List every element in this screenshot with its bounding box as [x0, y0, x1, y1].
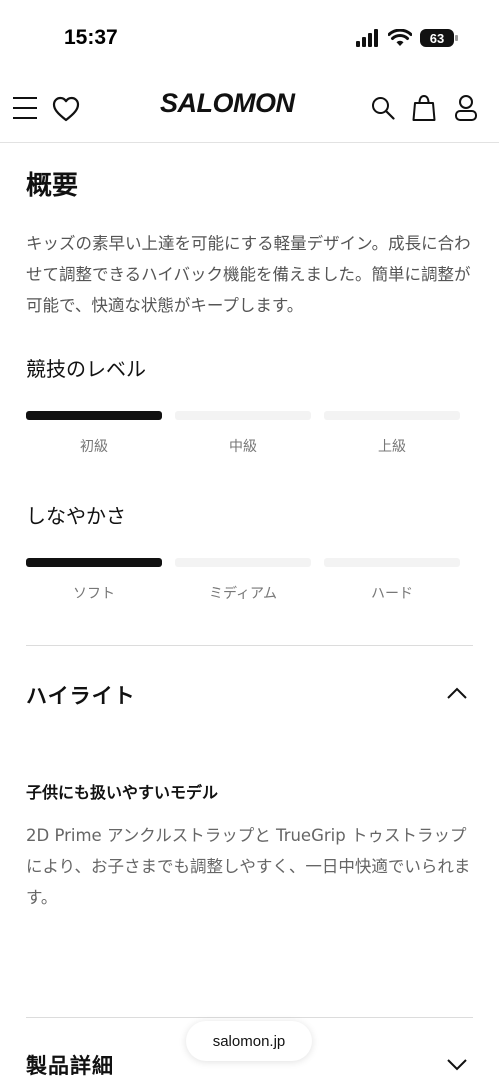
- flex-meter: [26, 558, 460, 567]
- wifi-icon: [388, 29, 412, 46]
- flex-tick: ミディアム: [208, 586, 278, 602]
- details-accordion-title[interactable]: 製品詳細: [26, 1050, 114, 1080]
- divider: [26, 645, 473, 646]
- flex-segment-3: [324, 558, 460, 567]
- browser-url: salomon.jp: [212, 1032, 286, 1050]
- skill-level-ticks: 初級 中級 上級: [26, 436, 460, 456]
- skill-level-label: 競技のレベル: [26, 357, 146, 381]
- browser-url-pill[interactable]: salomon.jp: [186, 1021, 312, 1061]
- brand-logo[interactable]: SALOMON: [160, 88, 338, 118]
- battery-level: 63: [429, 30, 445, 46]
- flex-ticks: ソフト ミディアム ハード: [26, 583, 460, 603]
- signal-icon: [356, 29, 378, 47]
- skill-level-tick: 初級: [80, 439, 108, 455]
- skill-level-tick: 中級: [229, 439, 257, 455]
- overview-title: 概要: [26, 171, 79, 201]
- skill-level-tick: 上級: [378, 439, 406, 455]
- bag-icon[interactable]: [412, 94, 436, 122]
- skill-level-segment-1: [26, 411, 162, 420]
- status-bar: 15:37 63: [0, 0, 499, 72]
- menu-icon[interactable]: [12, 96, 38, 120]
- flex-segment-2: [175, 558, 311, 567]
- skill-level-meter: [26, 411, 460, 420]
- flex-tick: ソフト: [73, 586, 115, 602]
- battery-icon: 63: [420, 29, 458, 47]
- brand-logo-text: SALOMON: [160, 88, 295, 118]
- flex-label: しなやかさ: [26, 504, 126, 528]
- skill-level-segment-2: [175, 411, 311, 420]
- status-icons: 63: [356, 26, 458, 50]
- skill-level-segment-3: [324, 411, 460, 420]
- highlights-accordion-title[interactable]: ハイライト: [26, 680, 136, 710]
- flex-segment-1: [26, 558, 162, 567]
- chevron-up-icon[interactable]: [446, 686, 468, 700]
- heart-icon[interactable]: [52, 96, 80, 122]
- flex-tick: ハード: [371, 586, 413, 602]
- overview-description: キッズの素早い上達を可能にする軽量デザイン。成長に合わせて調整できるハイバック機…: [26, 234, 471, 315]
- status-time: 15:37: [64, 26, 118, 49]
- user-icon[interactable]: [454, 94, 478, 122]
- highlight-heading: 子供にも扱いやすいモデル: [26, 783, 219, 802]
- highlight-body: 2D Prime アンクルストラップと TrueGrip トゥストラップにより、…: [26, 826, 471, 907]
- chevron-down-icon[interactable]: [446, 1058, 468, 1072]
- divider: [26, 1017, 473, 1018]
- search-icon[interactable]: [371, 96, 395, 120]
